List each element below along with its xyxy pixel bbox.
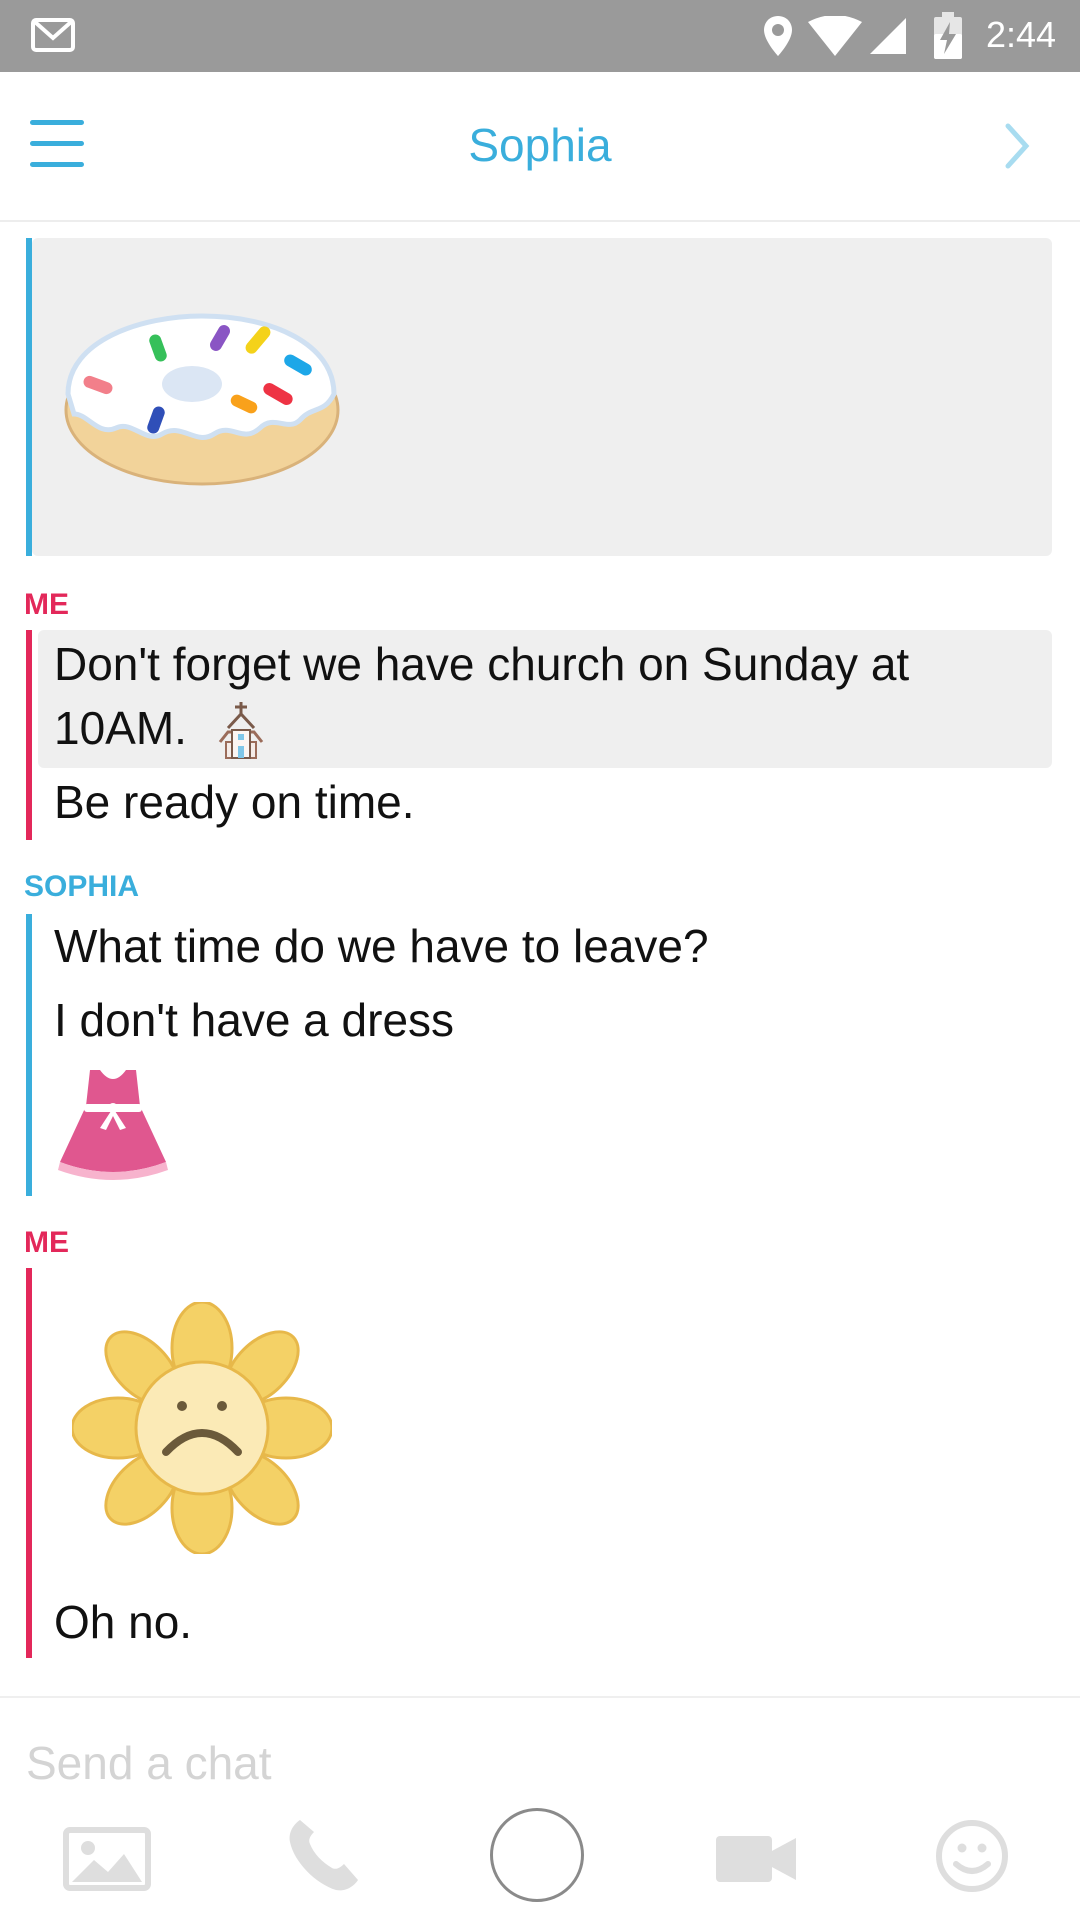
emoji-icon[interactable] xyxy=(934,1818,1010,1894)
signal-icon xyxy=(870,18,906,54)
message-text: Oh no. xyxy=(54,1596,193,1648)
chevron-right-icon[interactable] xyxy=(1000,122,1034,170)
status-bar: 2:44 xyxy=(0,0,1080,72)
wifi-icon xyxy=(808,16,862,56)
chat-header: Sophia xyxy=(0,72,1080,222)
my-message-bar xyxy=(26,1268,32,1658)
location-icon xyxy=(764,16,792,56)
sender-label-sophia: SOPHIA xyxy=(24,870,140,903)
donut-sticker xyxy=(64,313,340,486)
church-emoji xyxy=(218,702,264,759)
image-icon[interactable] xyxy=(62,1826,152,1892)
status-time: 2:44 xyxy=(986,14,1057,55)
chat-title: Sophia xyxy=(468,119,612,171)
dress-emoji xyxy=(58,1070,168,1180)
my-message-bar xyxy=(26,630,32,840)
capture-button[interactable] xyxy=(490,1808,584,1902)
sad-flower-sticker xyxy=(72,1302,332,1554)
message-text: 10AM. xyxy=(54,702,187,754)
message-text: What time do we have to leave? xyxy=(54,920,709,972)
gmail-icon xyxy=(31,18,75,52)
video-icon[interactable] xyxy=(716,1834,798,1884)
sender-label-me: ME xyxy=(24,588,69,621)
battery-charging-icon xyxy=(934,12,962,59)
sender-label-me: ME xyxy=(24,1226,69,1259)
friend-message-bar xyxy=(26,914,32,1196)
message-text: I don't have a dress xyxy=(54,994,455,1046)
phone-icon[interactable] xyxy=(286,1816,362,1894)
chat-composer xyxy=(0,1696,1080,1922)
message-text: Be ready on time. xyxy=(54,776,415,828)
chat-input[interactable] xyxy=(24,1732,1058,1794)
message-text: Don't forget we have church on Sunday at xyxy=(54,638,910,690)
sticker-message[interactable] xyxy=(32,238,1052,556)
